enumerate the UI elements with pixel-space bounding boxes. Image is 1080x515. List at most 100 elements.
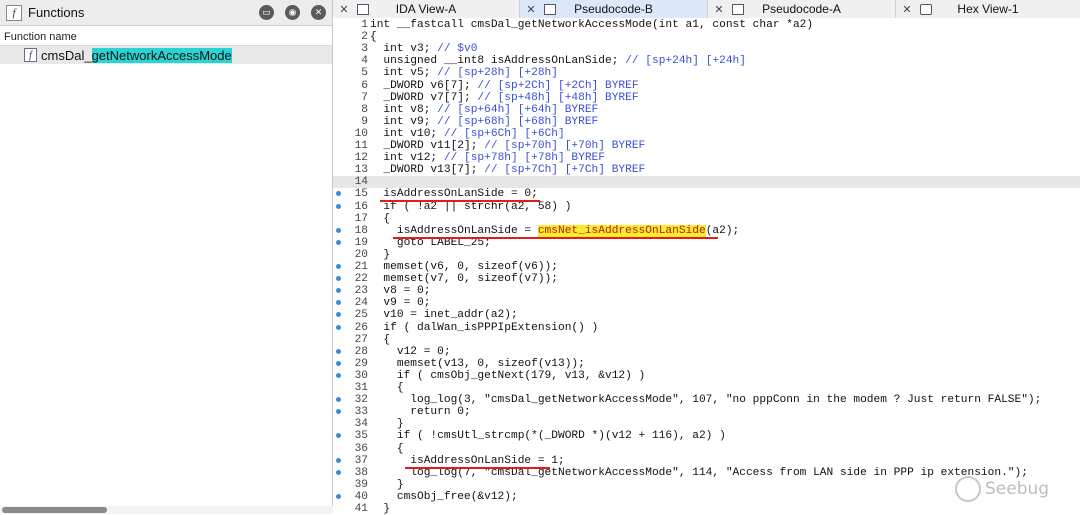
code-line[interactable]: 28 v12 = 0; xyxy=(333,346,1080,358)
code-line[interactable]: 35 if ( !cmsUtl_strcmp(*(_DWORD *)(v12 +… xyxy=(333,430,1080,442)
code-text: int v8; // [sp+64h] [+64h] BYREF xyxy=(370,103,599,116)
breakpoint-dot-icon[interactable] xyxy=(336,227,341,233)
line-number: 30 xyxy=(354,369,368,382)
code-line[interactable]: 36 { xyxy=(333,443,1080,455)
code-line[interactable]: 24 v9 = 0; xyxy=(333,297,1080,309)
minimize-icon[interactable]: ▭ xyxy=(259,5,274,20)
code-text: memset(v7, 0, sizeof(v7)); xyxy=(370,273,558,286)
breakpoint-dot-icon[interactable] xyxy=(336,191,341,197)
code-line[interactable]: 8 int v8; // [sp+64h] [+64h] BYREF xyxy=(333,104,1080,116)
breakpoint-dot-icon[interactable] xyxy=(336,288,341,294)
code-line[interactable]: 25 v10 = inet_addr(a2); xyxy=(333,309,1080,321)
code-line[interactable]: 5 int v5; // [sp+28h] [+28h] xyxy=(333,67,1080,79)
breakpoint-dot-icon[interactable] xyxy=(336,409,341,415)
tab-pseudocode-a[interactable]: ✕ Pseudocode-A xyxy=(708,0,896,18)
code-line[interactable]: 10 int v10; // [sp+6Ch] [+6Ch] xyxy=(333,128,1080,140)
code-line[interactable]: 14 xyxy=(333,176,1080,189)
code-line[interactable]: 31 { xyxy=(333,382,1080,394)
code-text: } xyxy=(370,418,404,431)
code-text: _DWORD v11[2]; // [sp+70h] [+70h] BYREF xyxy=(370,140,646,152)
scrollbar-thumb[interactable] xyxy=(2,507,107,513)
tab-close-icon[interactable]: ✕ xyxy=(712,3,726,16)
breakpoint-dot-icon[interactable] xyxy=(336,264,341,269)
breakpoint-dot-icon[interactable] xyxy=(336,457,341,463)
line-number: 2 xyxy=(361,31,368,44)
tab-close-icon[interactable]: ✕ xyxy=(524,3,538,16)
code-line[interactable]: 26 if ( dalWan_isPPPIpExtension() ) xyxy=(333,322,1080,334)
code-text: v12 = 0; xyxy=(370,345,451,358)
horizontal-scrollbar[interactable] xyxy=(0,506,333,514)
tab-close-icon[interactable]: ✕ xyxy=(900,3,914,16)
breakpoint-dot-icon[interactable] xyxy=(336,360,341,366)
code-text: _DWORD v6[7]; // [sp+2Ch] [+2Ch] BYREF xyxy=(370,79,639,92)
code-line[interactable]: 22 memset(v7, 0, sizeof(v7)); xyxy=(333,273,1080,285)
breakpoint-dot-icon[interactable] xyxy=(336,372,341,378)
code-line[interactable]: 13 _DWORD v13[7]; // [sp+7Ch] [+7Ch] BYR… xyxy=(333,164,1080,176)
breakpoint-dot-icon[interactable] xyxy=(336,493,341,499)
line-number: 12 xyxy=(354,152,368,165)
code-line[interactable]: 30 if ( cmsObj_getNext(179, v13, &v12) ) xyxy=(333,370,1080,382)
breakpoint-dot-icon[interactable] xyxy=(336,239,341,245)
tab-pseudocode-b[interactable]: ✕ Pseudocode-B xyxy=(520,0,708,18)
line-number: 38 xyxy=(354,466,368,479)
line-number: 29 xyxy=(354,357,368,370)
breakpoint-dot-icon[interactable] xyxy=(336,433,341,439)
code-line[interactable]: 32 log_log(3, "cmsDal_getNetworkAccessMo… xyxy=(333,394,1080,406)
code-text: if ( !cmsUtl_strcmp(*(_DWORD *)(v12 + 11… xyxy=(370,430,726,443)
code-text: int v3; // $v0 xyxy=(370,43,478,56)
breakpoint-dot-icon[interactable] xyxy=(336,312,341,318)
code-text: _DWORD v7[7]; // [sp+48h] [+48h] BYREF xyxy=(370,91,639,104)
tab-bar: ✕ IDA View-A ✕ Pseudocode-B ✕ Pseudocode… xyxy=(333,0,1080,19)
code-line[interactable]: 2{ xyxy=(333,31,1080,43)
tab-close-icon[interactable]: ✕ xyxy=(337,3,351,16)
code-line[interactable]: 4 unsigned __int8 isAddressOnLanSide; //… xyxy=(333,55,1080,67)
breakpoint-dot-icon[interactable] xyxy=(336,300,341,306)
code-text: { xyxy=(370,333,391,346)
code-line[interactable]: 37 isAddressOnLanSide = 1; xyxy=(333,455,1080,467)
tab-hex-view-1[interactable]: ✕ Hex View-1 xyxy=(896,0,1080,18)
code-line[interactable]: 3 int v3; // $v0 xyxy=(333,43,1080,55)
breakpoint-dot-icon[interactable] xyxy=(336,324,341,330)
line-number: 5 xyxy=(361,67,368,80)
code-text: isAddressOnLanSide = 0; xyxy=(370,188,538,201)
code-line[interactable]: 29 memset(v13, 0, sizeof(v13)); xyxy=(333,358,1080,370)
code-line[interactable]: 1 int __fastcall cmsDal_getNetworkAccessM… xyxy=(333,19,1080,31)
code-text: int v10; // [sp+6Ch] [+6Ch] xyxy=(370,127,565,140)
breakpoint-dot-icon[interactable] xyxy=(336,397,341,403)
close-icon[interactable]: ✕ xyxy=(311,5,326,20)
pseudocode-view[interactable]: 1 int __fastcall cmsDal_getNetworkAccessM… xyxy=(333,18,1080,515)
code-line[interactable]: 21 memset(v6, 0, sizeof(v6)); xyxy=(333,261,1080,273)
function-list-item[interactable]: f cmsDal_ getNetworkAccessMode xyxy=(0,46,332,64)
code-line[interactable]: 23 v8 = 0; xyxy=(333,285,1080,297)
code-line[interactable]: 6 _DWORD v6[7]; // [sp+2Ch] [+2Ch] BYREF xyxy=(333,80,1080,92)
line-number: 20 xyxy=(354,248,368,261)
code-line[interactable]: 20 } xyxy=(333,249,1080,261)
code-line[interactable]: 27 { xyxy=(333,334,1080,346)
code-text: { xyxy=(370,212,391,225)
code-line[interactable]: 15 isAddressOnLanSide = 0; xyxy=(333,188,1080,200)
code-line[interactable]: 11 _DWORD v11[2]; // [sp+70h] [+70h] BYR… xyxy=(333,140,1080,152)
column-header-function-name[interactable]: Function name xyxy=(0,29,332,46)
code-line[interactable]: 7 _DWORD v7[7]; // [sp+48h] [+48h] BYREF xyxy=(333,92,1080,104)
line-number: 26 xyxy=(354,321,368,334)
code-line[interactable]: 17 { xyxy=(333,213,1080,225)
code-line[interactable]: 12 int v12; // [sp+78h] [+78h] BYREF xyxy=(333,152,1080,164)
code-text: } xyxy=(370,503,391,515)
code-line[interactable]: 9 int v9; // [sp+68h] [+68h] BYREF xyxy=(333,116,1080,128)
breakpoint-dot-icon[interactable] xyxy=(336,276,341,282)
code-line[interactable]: 33 return 0; xyxy=(333,406,1080,418)
breakpoint-dot-icon[interactable] xyxy=(336,348,341,354)
code-line[interactable]: 41 } xyxy=(333,503,1080,515)
tab-ida-view-a[interactable]: ✕ IDA View-A xyxy=(333,0,520,18)
line-number: 22 xyxy=(354,273,368,286)
code-text: unsigned __int8 isAddressOnLanSide; // [… xyxy=(370,55,746,68)
breakpoint-dot-icon[interactable] xyxy=(336,469,341,475)
code-line[interactable]: 34 } xyxy=(333,418,1080,430)
float-icon[interactable]: ◉ xyxy=(285,5,300,20)
ida-view-icon xyxy=(357,3,369,15)
code-text: { xyxy=(370,442,404,455)
line-number: 9 xyxy=(361,115,368,128)
functions-titlebar: f Functions ▭ ◉ ✕ xyxy=(0,0,332,26)
code-line[interactable]: 18 isAddressOnLanSide = cmsNet_isAddress… xyxy=(333,224,1080,237)
breakpoint-dot-icon[interactable] xyxy=(336,203,341,209)
